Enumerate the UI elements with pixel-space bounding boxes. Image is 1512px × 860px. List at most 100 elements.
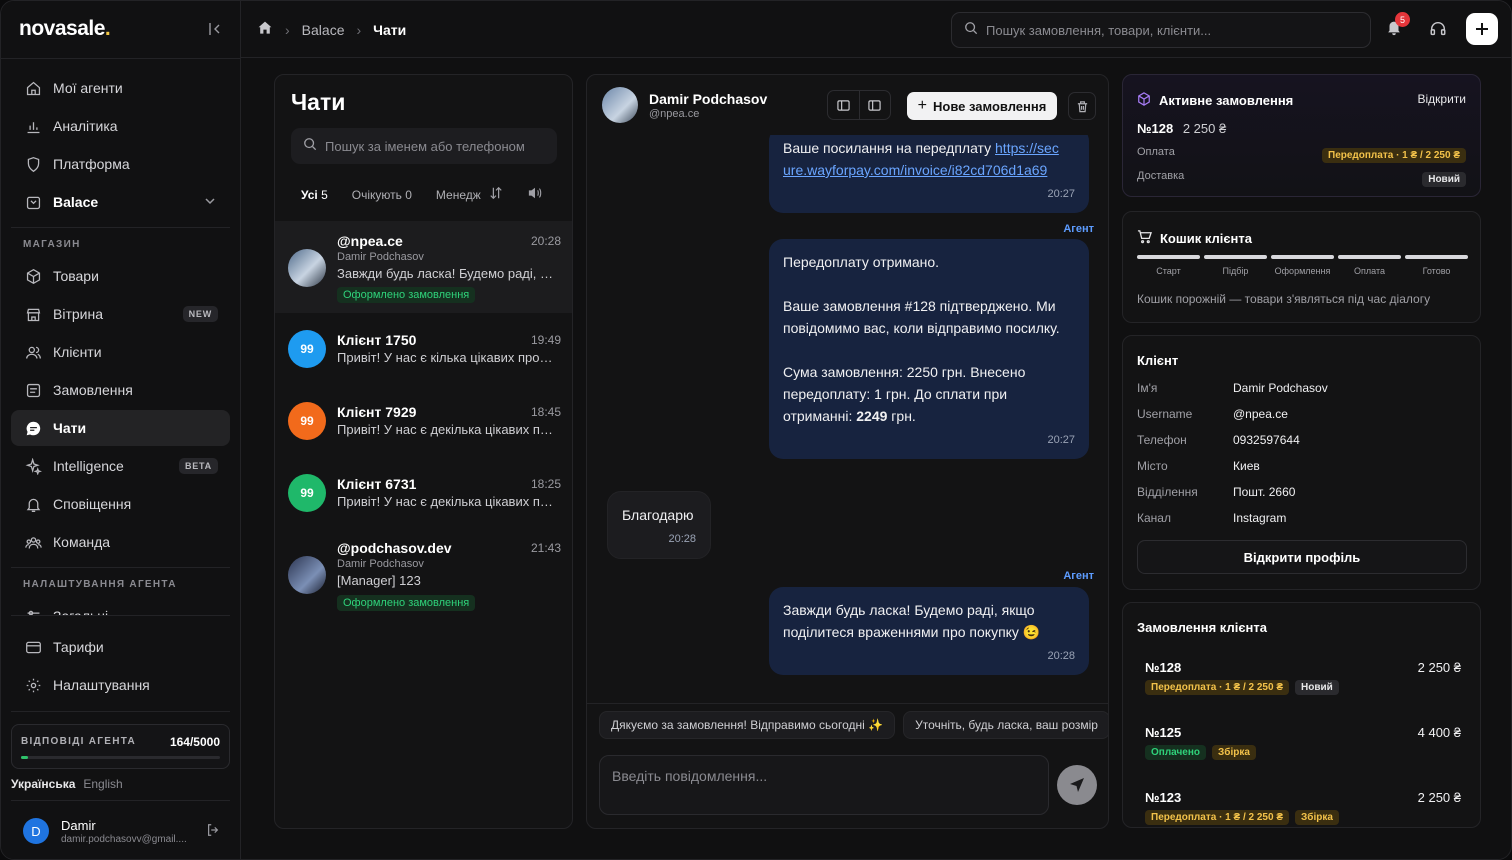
order-sum: 2 250 ₴	[1417, 660, 1461, 675]
delivery-status: Новий	[1422, 169, 1466, 187]
usage-progress-fill	[21, 756, 28, 759]
client-field-label: Канал	[1137, 511, 1171, 525]
chat-search-input[interactable]	[325, 138, 545, 154]
order-tags: Передоплата · 1 ₴ / 2 250 ₴ Збірка	[1145, 810, 1345, 825]
client-row-city: Місто Киев	[1137, 459, 1467, 473]
storefront-icon	[23, 304, 43, 324]
quick-reply-chip[interactable]: Уточніть, будь ласка, ваш розмір	[903, 711, 1108, 739]
sort-icon[interactable]	[489, 186, 503, 203]
chevron-right-icon: ›	[356, 21, 362, 38]
home-icon[interactable]	[257, 20, 273, 39]
chart-icon	[23, 116, 43, 136]
order-list-item[interactable]: №128 2 250 ₴ Передоплата · 1 ₴ / 2 250 ₴…	[1145, 660, 1461, 710]
logout-icon[interactable]	[206, 823, 220, 842]
order-tags: Оплачено Збірка	[1145, 745, 1262, 760]
cart-step-bar	[1405, 255, 1468, 259]
message-text-part: грн.	[887, 408, 916, 424]
breadcrumb-current: Чати	[373, 21, 407, 38]
message-text: Сума замовлення: 2250 грн. Внесено перед…	[783, 361, 1075, 427]
logo: novasale.	[19, 17, 111, 41]
chat-list-item[interactable]: 99 Клієнт 7929 18:45 Привіт! У нас є дек…	[275, 385, 572, 457]
sidebar-item-notifications[interactable]: Сповіщення	[11, 486, 230, 522]
cart-empty-text: Кошик порожній — товари з'являться під ч…	[1137, 292, 1431, 306]
order-sum: 4 400 ₴	[1417, 725, 1461, 740]
chat-list-item[interactable]: 99 Клієнт 6731 18:25 Привіт! У нас є дек…	[275, 457, 572, 529]
sidebar-item-team[interactable]: Команда	[11, 524, 230, 560]
sidebar-item-plans[interactable]: Тарифи	[11, 629, 230, 665]
chat-list-item[interactable]: @podchasov.dev 21:43 Damir Podchasov [Ma…	[275, 529, 572, 621]
order-list-item[interactable]: №123 2 250 ₴ Передоплата · 1 ₴ / 2 250 ₴…	[1145, 790, 1461, 827]
open-profile-button[interactable]: Відкрити профіль	[1137, 540, 1467, 574]
client-field-label: Місто	[1137, 459, 1168, 473]
panel-right-icon[interactable]	[860, 91, 891, 119]
breadcrumb: › Balace › Чати	[257, 20, 406, 39]
cart-step-label: Підбір	[1222, 266, 1249, 276]
sidebar-item-orders[interactable]: Замовлення	[11, 372, 230, 408]
breadcrumb-store[interactable]: Balace	[302, 22, 345, 38]
store-icon	[23, 192, 43, 212]
panel-left-icon[interactable]	[828, 91, 860, 119]
message-input[interactable]	[612, 768, 1032, 804]
message-composer[interactable]	[599, 755, 1049, 815]
sidebar-item-general[interactable]: Загальні	[11, 598, 230, 616]
client-row-name: Ім'я Damir Podchasov	[1137, 381, 1467, 395]
lang-english[interactable]: English	[83, 777, 122, 791]
client-row-channel: Канал Instagram	[1137, 511, 1467, 525]
order-list-item[interactable]: №125 4 400 ₴ Оплачено Збірка	[1145, 725, 1461, 775]
avatar	[602, 87, 638, 123]
message-list: Ваше посилання на передплату https://sec…	[587, 135, 1108, 705]
client-card: Клієнт Ім'я Damir Podchasov Username @npea…	[1122, 335, 1481, 590]
client-row-branch: Відділення Пошт. 2660	[1137, 485, 1467, 499]
new-order-button[interactable]: + Нове замовлення	[907, 92, 1057, 120]
create-plus-button[interactable]	[1466, 13, 1498, 45]
user-profile[interactable]: D Damir damir.podchasovv@gmail....	[11, 813, 230, 853]
collapse-sidebar-icon[interactable]	[207, 21, 223, 37]
open-order-link[interactable]: Відкрити	[1418, 92, 1467, 106]
global-search[interactable]	[951, 12, 1371, 48]
filter-all[interactable]: Усі 5	[301, 188, 328, 202]
cart-step-label: Готово	[1422, 266, 1451, 276]
sidebar-item-settings[interactable]: Налаштування	[11, 667, 230, 703]
order-number: №128	[1145, 660, 1182, 675]
status-badge: Новий	[1422, 172, 1466, 187]
quick-reply-chip[interactable]: Дякуємо за замовлення! Відправимо сьогод…	[599, 711, 896, 739]
box-icon	[23, 266, 43, 286]
client-field-value: 0932597644	[1233, 433, 1300, 447]
sidebar-item-products[interactable]: Товари	[11, 258, 230, 294]
notifications-bell-icon[interactable]: 5	[1385, 12, 1410, 41]
filter-waiting[interactable]: Очікують 0	[352, 188, 412, 202]
sidebar-item-clients[interactable]: Клієнти	[11, 334, 230, 370]
chat-search[interactable]	[291, 128, 557, 164]
client-field-label: Відділення	[1137, 485, 1198, 499]
cart-step-label: Оплата	[1354, 266, 1385, 276]
lang-ukrainian[interactable]: Українська	[11, 777, 75, 791]
filter-manager[interactable]: Менедж	[436, 188, 481, 202]
gear-icon	[23, 675, 43, 695]
section-label-agent: НАЛАШТУВАННЯ АГЕНТА	[23, 579, 177, 590]
sound-icon[interactable]	[527, 186, 543, 203]
store-selector[interactable]: Balace	[11, 184, 230, 220]
chat-filters: Усі 5 Очікують 0 Менедж	[291, 186, 543, 203]
chat-list-title: Чати	[291, 89, 346, 115]
chat-header: Damir Podchasov @npea.ce + Нове замовленн…	[587, 75, 1108, 135]
sidebar-item-analytics[interactable]: Аналітика	[11, 108, 230, 144]
sidebar-item-storefront[interactable]: Вітрина NEW	[11, 296, 230, 332]
sidebar-item-chats[interactable]: Чати	[11, 410, 230, 446]
notification-count-badge: 5	[1395, 12, 1410, 27]
chat-time: 18:45	[530, 405, 561, 419]
send-button[interactable]	[1057, 765, 1097, 805]
chat-list-item[interactable]: 99 Клієнт 1750 19:49 Привіт! У нас є кіл…	[275, 313, 572, 385]
chat-preview: Привіт! У нас є кілька цікавих пропозиці…	[337, 350, 559, 365]
sidebar-item-agents[interactable]: Мої агенти	[11, 70, 230, 106]
chat-subtitle: Damir Podchasov	[337, 558, 424, 570]
chat-list-item[interactable]: @npea.ce 20:28 Damir Podchasov Завжди бу…	[275, 221, 572, 313]
global-search-input[interactable]	[986, 22, 1366, 38]
trash-icon[interactable]	[1068, 92, 1096, 120]
chat-preview: Привіт! У нас є декілька цікавих пропози…	[337, 422, 559, 437]
headset-icon[interactable]	[1429, 20, 1447, 43]
sidebar-item-platform[interactable]: Платформа	[11, 146, 230, 182]
team-icon	[23, 532, 43, 552]
sidebar-item-intelligence[interactable]: Intelligence BETA	[11, 448, 230, 484]
view-switcher	[827, 90, 891, 120]
chat-time: 18:25	[530, 477, 561, 491]
